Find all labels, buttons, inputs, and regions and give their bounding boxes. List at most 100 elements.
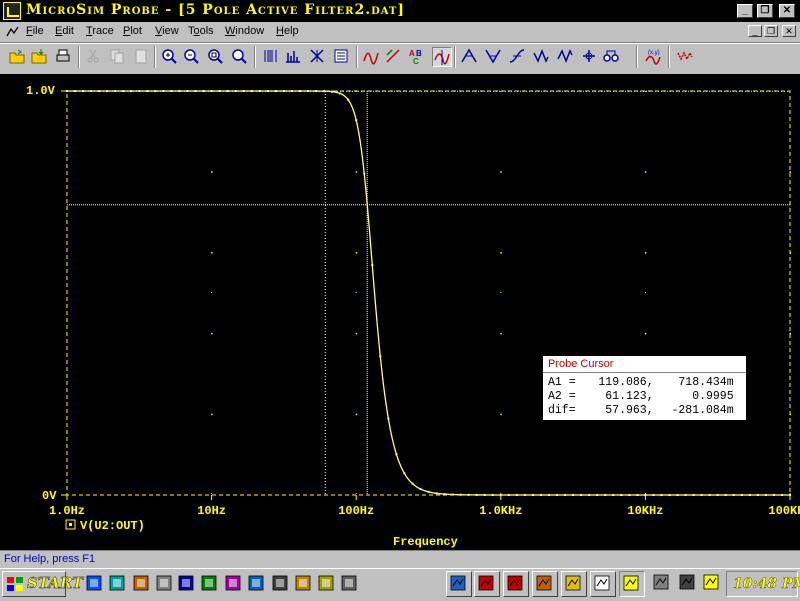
x-tick-label: 1.0Hz <box>49 504 85 518</box>
cursor-trough-button[interactable] <box>484 47 504 67</box>
clock[interactable]: 10:48 PM <box>733 576 800 592</box>
start-button[interactable]: START <box>2 571 83 597</box>
trace-point <box>531 493 534 496</box>
schematic-icon <box>507 575 523 591</box>
menu-tools[interactable]: Tools <box>188 25 214 37</box>
zoom-out-button[interactable] <box>182 47 202 67</box>
grid-launcher[interactable] <box>245 572 267 594</box>
grid-dot <box>355 171 358 173</box>
zoom-in-button[interactable] <box>160 47 180 67</box>
toolbar-separator <box>78 46 80 68</box>
trace-point <box>588 494 591 496</box>
start-label: START <box>27 574 84 592</box>
cut-icon <box>87 49 99 63</box>
paint-launcher[interactable] <box>130 572 152 594</box>
cursor-slope-button[interactable] <box>508 47 528 67</box>
quick-edit-launcher[interactable] <box>106 572 128 594</box>
cursor-point-button[interactable] <box>580 47 600 67</box>
trace-point <box>604 494 607 496</box>
word-launcher[interactable] <box>175 572 197 594</box>
zoom-fit-icon <box>232 49 247 64</box>
trace-point <box>411 482 414 485</box>
cut-button <box>84 47 104 67</box>
menu-window[interactable]: Window <box>225 25 264 37</box>
parts-task-button[interactable] <box>532 571 558 597</box>
excel-launcher[interactable] <box>198 572 220 594</box>
cursor-peak-icon <box>461 48 477 63</box>
runner-task-button[interactable] <box>700 571 726 597</box>
x-axis-title: Frequency <box>393 535 458 549</box>
paint-task-task-button[interactable] <box>561 571 587 597</box>
probe-task-task-button[interactable] <box>474 571 500 597</box>
axis-settings-button[interactable] <box>384 47 404 67</box>
analog-digital-button[interactable] <box>676 47 696 67</box>
document-launcher[interactable] <box>153 572 175 594</box>
speaker-task-button[interactable] <box>676 571 702 597</box>
plot-canvas[interactable]: 1.0V 0V 1.0Hz10Hz100Hz1.0KHz10KHz100KHz … <box>0 74 800 550</box>
paste-button <box>132 47 152 67</box>
notepad-task-task-button[interactable] <box>590 571 616 597</box>
trace-legend-label[interactable]: V(U2:OUT) <box>80 519 145 533</box>
svg-text:C: C <box>413 57 419 65</box>
doc-restore-button[interactable]: ❐ <box>764 25 778 37</box>
trace-point <box>451 493 454 496</box>
save-button[interactable] <box>30 47 50 67</box>
menu-file[interactable]: File <box>26 25 44 37</box>
ie-icon <box>86 575 102 591</box>
probe-app-icon[interactable] <box>3 2 21 20</box>
probe-active-task-button[interactable] <box>619 571 645 597</box>
timer-launcher[interactable] <box>269 572 291 594</box>
mark-label-button[interactable]: (x,y) <box>644 47 664 67</box>
performance-button[interactable] <box>308 47 328 67</box>
doc-close-button[interactable]: ✕ <box>782 25 796 37</box>
winzip-launcher[interactable] <box>222 572 244 594</box>
trace-point <box>419 487 422 490</box>
menu-trace[interactable]: Trace <box>86 25 114 37</box>
trace-point <box>652 494 655 496</box>
grid-dot <box>211 413 213 416</box>
ie-launcher[interactable] <box>83 572 105 594</box>
zoom-area-button[interactable] <box>206 47 226 67</box>
viewer-launcher[interactable] <box>292 572 314 594</box>
menu-plot[interactable]: Plot <box>123 25 142 37</box>
log-x-button[interactable] <box>262 47 282 67</box>
cursor-peak-button[interactable] <box>460 47 480 67</box>
trace-point <box>572 493 575 496</box>
trace-point <box>756 494 759 496</box>
status-text: For Help, press F1 <box>4 553 96 565</box>
fourier-button[interactable] <box>284 47 304 67</box>
menu-help[interactable]: Help <box>276 25 299 37</box>
add-trace-button[interactable] <box>362 47 382 67</box>
close-button[interactable]: ✕ <box>779 4 795 18</box>
trace-point <box>772 494 775 496</box>
trace-point <box>459 493 462 496</box>
clock-launcher[interactable] <box>338 572 360 594</box>
minimize-button[interactable]: _ <box>737 4 753 18</box>
mosaic-launcher[interactable] <box>315 572 337 594</box>
restore-button[interactable]: ❐ <box>757 4 773 18</box>
trace-point <box>539 493 542 496</box>
cursor-min-button[interactable] <box>532 47 552 67</box>
cursor-max-button[interactable] <box>556 47 576 67</box>
trace-point <box>708 494 711 496</box>
plot-area[interactable]: 1.0V 0V 1.0Hz10Hz100Hz1.0KHz10KHz100KHz … <box>0 74 800 550</box>
label-text-button[interactable]: ABC <box>408 47 428 67</box>
menu-view[interactable]: View <box>155 25 179 37</box>
cursor-search-button[interactable] <box>602 47 622 67</box>
document-menu-icon[interactable] <box>6 25 20 38</box>
trace-v-u2-out[interactable] <box>67 90 790 496</box>
open-file-button[interactable] <box>8 47 28 67</box>
trace-symbol-dot <box>69 523 72 526</box>
schematic-task-button[interactable] <box>503 571 529 597</box>
probe-active-icon <box>623 575 639 591</box>
probe-cursor-panel[interactable]: Probe Cursor A1 = 119.086, 718.434m A2 = 61… <box>542 355 747 421</box>
eval-goal-button[interactable] <box>332 47 352 67</box>
doc-minimize-button[interactable]: _ <box>748 25 762 37</box>
scroll-task-button[interactable] <box>650 571 676 597</box>
trace-point <box>507 493 510 496</box>
print-button[interactable] <box>54 47 74 67</box>
magnifier-task-button[interactable] <box>446 571 472 597</box>
grid-dot <box>211 252 213 254</box>
toggle-cursor-button[interactable] <box>432 47 452 67</box>
menu-edit[interactable]: Edit <box>55 25 74 37</box>
